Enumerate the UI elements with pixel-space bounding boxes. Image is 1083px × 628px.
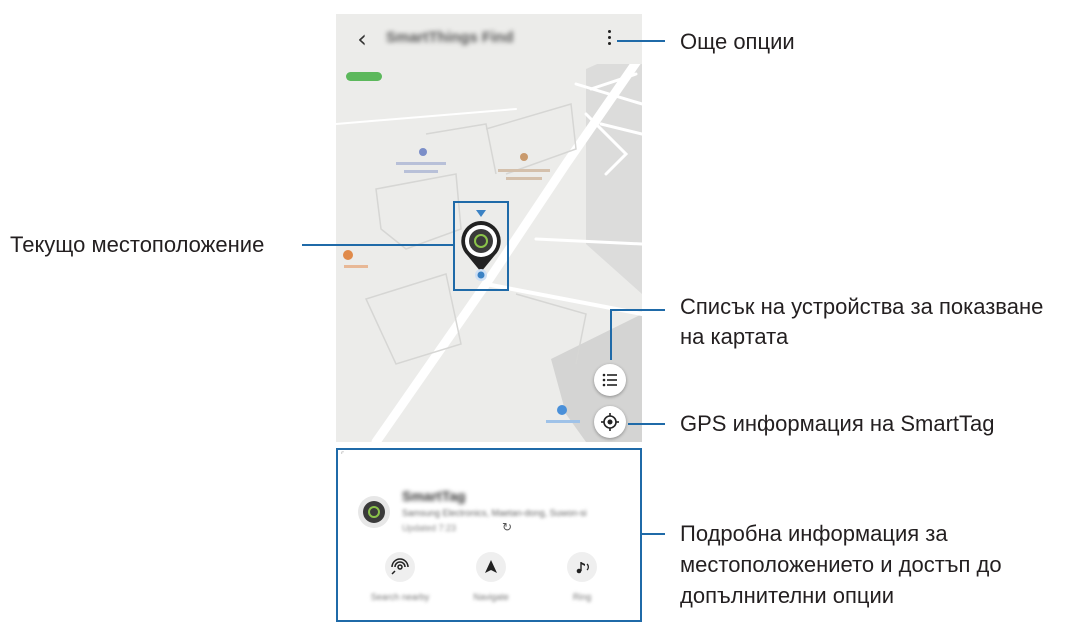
device-address: Samsung Electronics, Maetan-dong, Suwon-… <box>402 508 587 518</box>
device-list-button[interactable] <box>594 364 626 396</box>
restaurant-icon[interactable] <box>343 250 353 260</box>
app-bar: ‹ SmartThings Find <box>336 14 642 64</box>
music-note-icon <box>567 552 597 582</box>
device-list-label-cont: на картата <box>680 324 789 349</box>
back-arrow-icon[interactable]: ‹ <box>350 26 374 52</box>
navigate-arrow-icon <box>476 552 506 582</box>
callout-line <box>617 40 665 42</box>
ring-button[interactable]: Ring <box>542 548 622 608</box>
gps-info-label: GPS информация на SmartTag <box>680 411 995 436</box>
place-marker-icon[interactable] <box>520 153 528 161</box>
shop-icon[interactable] <box>557 405 567 415</box>
current-location-label: Текущо местоположение <box>10 232 265 257</box>
callout-line <box>628 423 665 425</box>
callout-line <box>302 244 453 246</box>
app-title: SmartThings Find <box>386 29 514 46</box>
action-label: Ring <box>572 592 592 602</box>
refresh-icon[interactable]: ↻ <box>502 520 512 534</box>
list-icon <box>602 373 617 387</box>
gps-target-icon <box>601 413 619 431</box>
callout-line <box>610 309 612 360</box>
callout-line <box>642 533 665 535</box>
device-name: SmartTag <box>402 488 466 504</box>
callout-line <box>610 309 665 311</box>
device-list-label: Списък на устройства за показване <box>680 294 1044 319</box>
navigate-button[interactable]: Navigate <box>451 548 531 608</box>
more-options-icon[interactable] <box>602 27 616 51</box>
status-chip <box>346 72 382 81</box>
device-detail-sheet[interactable]: ⌜ SmartTag Samsung Electronics, Maetan-d… <box>336 448 642 622</box>
current-location-highlight <box>453 201 509 291</box>
details-label: Подробна информация за <box>680 521 948 546</box>
details-label-cont: местоположението и достъп до <box>680 552 1002 577</box>
search-nearby-button[interactable]: Search nearby <box>360 548 440 608</box>
more-options-label: Още опции <box>680 29 795 54</box>
details-label-cont2: допълнителни опции <box>680 583 895 608</box>
gps-info-button[interactable] <box>594 406 626 438</box>
place-marker-icon[interactable] <box>419 148 427 156</box>
device-avatar <box>358 496 390 528</box>
action-label: Navigate <box>473 592 509 602</box>
signal-search-icon <box>385 552 415 582</box>
corner-mark: ⌜ <box>341 452 345 459</box>
action-label: Search nearby <box>370 592 430 602</box>
device-update-time: Updated 7:23 <box>402 523 457 533</box>
